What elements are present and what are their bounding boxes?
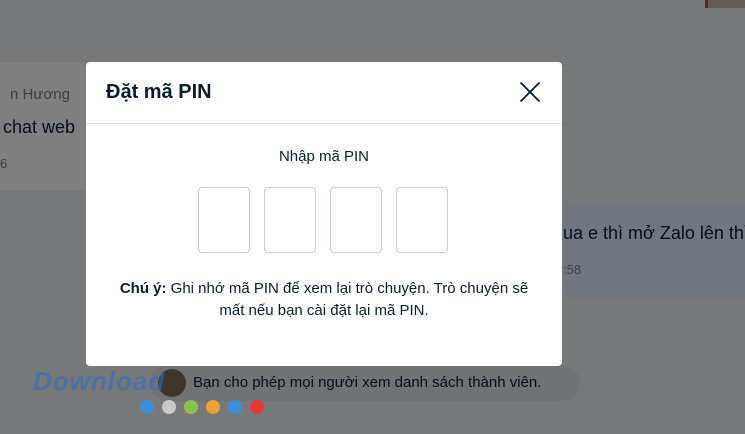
watermark-dot — [162, 400, 176, 414]
watermark-dot — [140, 400, 154, 414]
note-text: Ghi nhớ mã PIN để xem lại trò chuyện. Tr… — [166, 280, 529, 319]
pin-digit-4[interactable] — [396, 187, 448, 253]
dialog-header: Đặt mã PIN — [86, 62, 562, 124]
close-button[interactable] — [516, 78, 544, 106]
watermark-dot — [250, 400, 264, 414]
pin-digit-1[interactable] — [198, 187, 250, 253]
note-label: Chú ý: — [119, 280, 167, 297]
watermark-logo: Download — [33, 366, 166, 396]
watermark-dot — [228, 400, 242, 414]
watermark-dot — [184, 400, 198, 414]
close-icon — [520, 82, 540, 102]
set-pin-dialog: Đặt mã PIN Nhập mã PIN Chú ý: Ghi nhớ mã… — [86, 62, 562, 366]
pin-input-row — [198, 187, 448, 253]
pin-digit-2[interactable] — [264, 187, 316, 253]
pin-note: Chú ý: Ghi nhớ mã PIN để xem lại trò chu… — [106, 278, 542, 322]
pin-label: Nhập mã PIN — [278, 148, 370, 165]
pin-digit-3[interactable] — [330, 187, 382, 253]
dialog-title: Đặt mã PIN — [106, 81, 212, 103]
watermark-dots — [140, 400, 264, 414]
watermark-dot — [206, 400, 220, 414]
